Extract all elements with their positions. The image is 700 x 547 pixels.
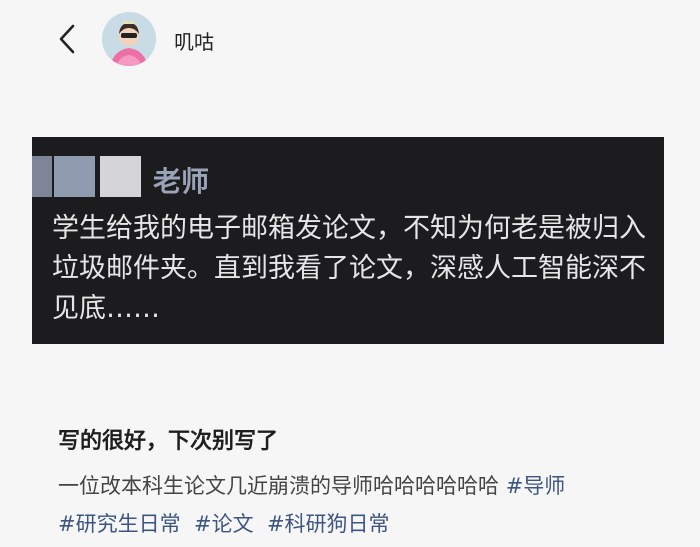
hashtag-link[interactable]: #科研狗日常: [267, 512, 390, 536]
chevron-left-icon: [59, 24, 75, 54]
post-body: 一位改本科生论文几近崩溃的导师哈哈哈哈哈哈 #导师 #研究生日常 #论文 #科研狗…: [58, 467, 658, 543]
hashtag-link[interactable]: #论文: [194, 512, 254, 536]
redacted-avatar-block: [100, 156, 141, 197]
top-bar: 叽咕: [0, 0, 700, 80]
quoted-author-name: 老师: [153, 165, 210, 198]
post-body-text: 一位改本科生论文几近崩溃的导师哈哈哈哈哈哈: [58, 474, 499, 498]
post-title: 写的很好，下次别写了: [58, 429, 279, 454]
avatar[interactable]: [102, 12, 156, 66]
avatar-image: [102, 12, 156, 66]
redacted-avatar-block: [54, 156, 95, 197]
hashtag-link[interactable]: #研究生日常: [58, 512, 181, 536]
hashtag-link[interactable]: #导师: [506, 474, 566, 498]
redacted-avatar-block: [32, 156, 52, 197]
quoted-text: 学生给我的电子邮箱发论文，不知为何老是被归入垃圾邮件夹。直到我看了论文，深感人工…: [52, 213, 646, 324]
quoted-post-card: 老师 学生给我的电子邮箱发论文，不知为何老是被归入垃圾邮件夹。直到我看了论文，深…: [32, 137, 664, 344]
back-button[interactable]: [52, 22, 82, 56]
username[interactable]: 叽咕: [174, 26, 214, 55]
